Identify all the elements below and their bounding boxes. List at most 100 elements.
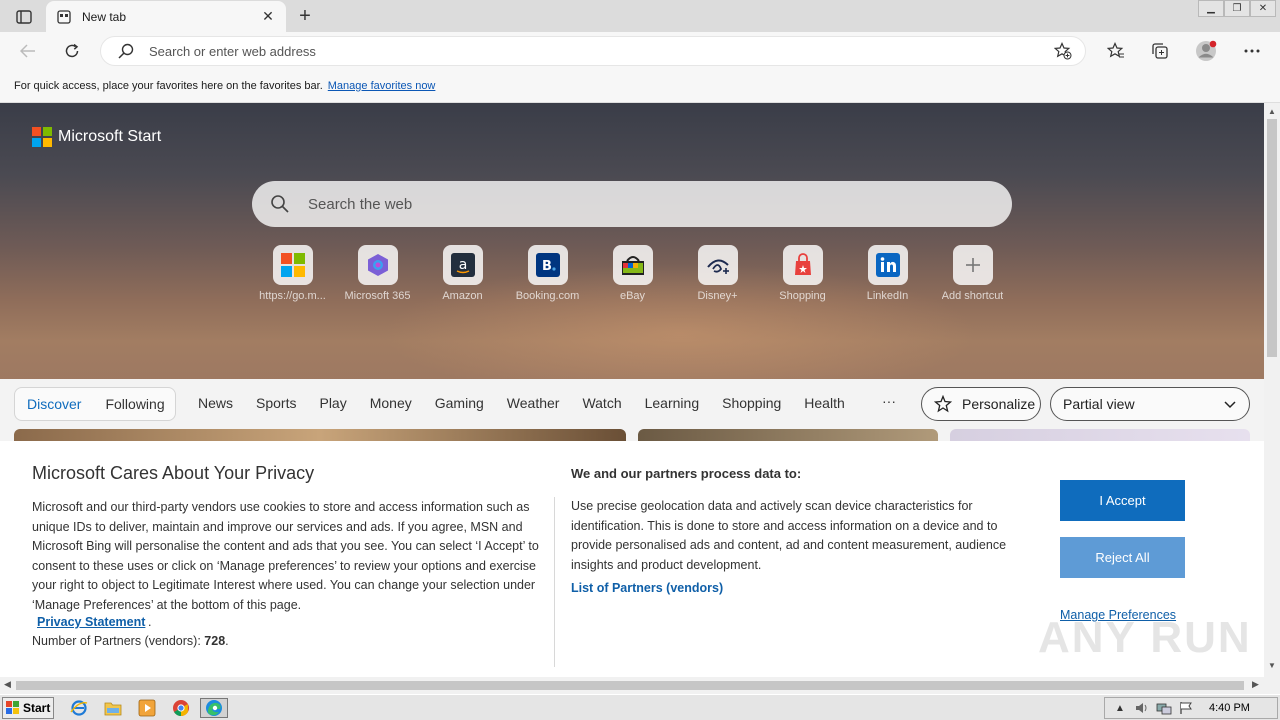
search-icon bbox=[117, 42, 135, 60]
system-tray: ▲ 4:40 PM bbox=[1104, 697, 1278, 719]
more-categories-icon[interactable]: ··· bbox=[882, 393, 896, 409]
tab-following[interactable]: Following bbox=[93, 396, 176, 412]
shortcut-label: LinkedIn bbox=[866, 290, 909, 302]
disney-icon bbox=[697, 245, 738, 285]
microsoft-logo-icon bbox=[32, 127, 52, 147]
category-money[interactable]: Money bbox=[370, 395, 412, 411]
linkedin-icon bbox=[867, 245, 908, 285]
scroll-thumb[interactable] bbox=[1267, 119, 1277, 357]
svg-text:B: B bbox=[542, 259, 552, 274]
shortcut-label: Microsoft 365 bbox=[344, 290, 411, 302]
start-button[interactable]: Start bbox=[2, 697, 54, 719]
file-explorer-icon[interactable] bbox=[102, 698, 124, 718]
purposes-title: We and our partners process data to: bbox=[571, 466, 802, 481]
shortcut-label: Amazon bbox=[442, 290, 483, 302]
tab-new-tab[interactable]: New tab ✕ bbox=[46, 1, 286, 32]
privacy-statement-period: . bbox=[148, 615, 152, 629]
personalize-label: Personalize bbox=[962, 396, 1036, 412]
shortcut-amazon[interactable]: a Amazon bbox=[420, 245, 505, 302]
category-shopping[interactable]: Shopping bbox=[722, 395, 781, 411]
purposes-body: Use precise geolocation data and activel… bbox=[571, 499, 1007, 572]
accept-button[interactable]: I Accept bbox=[1060, 480, 1185, 521]
category-play[interactable]: Play bbox=[319, 395, 346, 411]
scroll-up-arrow-icon[interactable]: ▲ bbox=[1268, 107, 1276, 116]
horizontal-scrollbar[interactable]: ◀ ▶ bbox=[0, 677, 1264, 694]
reject-all-button[interactable]: Reject All bbox=[1060, 537, 1185, 578]
amazon-icon: a bbox=[442, 245, 483, 285]
scroll-left-arrow-icon[interactable]: ◀ bbox=[4, 679, 11, 690]
manage-preferences-link[interactable]: Manage Preferences bbox=[1060, 608, 1176, 622]
hero-background: Microsoft Start Search the web https://g… bbox=[0, 103, 1264, 403]
category-learning[interactable]: Learning bbox=[645, 395, 700, 411]
category-weather[interactable]: Weather bbox=[507, 395, 560, 411]
shortcut-go-microsoft[interactable]: https://go.m... bbox=[250, 245, 335, 302]
partners-count-line: Number of Partners (vendors): 728. bbox=[32, 634, 229, 648]
tab-title: New tab bbox=[82, 9, 127, 24]
feed-categories: News Sports Play Money Gaming Weather Wa… bbox=[198, 395, 868, 411]
close-window-icon[interactable]: ✕ bbox=[1250, 0, 1276, 17]
partners-label: Number of Partners (vendors): bbox=[32, 634, 201, 648]
personalize-button[interactable]: Personalize bbox=[921, 387, 1041, 421]
tab-discover[interactable]: Discover bbox=[15, 396, 93, 412]
edge-icon[interactable] bbox=[200, 698, 228, 718]
network-icon[interactable] bbox=[1155, 700, 1173, 716]
tab-actions-icon[interactable] bbox=[10, 6, 38, 28]
back-arrow-icon[interactable] bbox=[14, 38, 42, 64]
clock: 4:40 PM bbox=[1209, 702, 1250, 714]
new-tab-plus-icon[interactable]: + bbox=[292, 4, 318, 28]
manage-favorites-link[interactable]: Manage favorites now bbox=[328, 80, 436, 92]
privacy-statement-link[interactable]: Privacy Statement bbox=[37, 615, 145, 629]
view-mode-select[interactable]: Partial view bbox=[1050, 387, 1250, 421]
shortcut-microsoft-365[interactable]: Microsoft 365 bbox=[335, 245, 420, 302]
category-gaming[interactable]: Gaming bbox=[435, 395, 484, 411]
internet-explorer-icon[interactable] bbox=[68, 698, 90, 718]
vertical-scrollbar[interactable]: ▲ ▼ bbox=[1264, 103, 1280, 677]
close-tab-icon[interactable]: ✕ bbox=[260, 8, 276, 25]
media-player-icon[interactable] bbox=[136, 698, 158, 718]
navigation-toolbar: Search or enter web address bbox=[0, 32, 1280, 70]
category-sports[interactable]: Sports bbox=[256, 395, 296, 411]
restore-icon[interactable]: ❐ bbox=[1224, 0, 1250, 17]
svg-text:a: a bbox=[458, 257, 467, 273]
refresh-icon[interactable] bbox=[58, 38, 86, 64]
action-center-flag-icon[interactable] bbox=[1177, 700, 1195, 716]
shortcut-label: https://go.m... bbox=[259, 290, 326, 302]
web-search-input[interactable]: Search the web bbox=[308, 196, 412, 213]
search-icon bbox=[270, 194, 290, 214]
star-edit-icon bbox=[934, 395, 952, 413]
shortcut-linkedin[interactable]: LinkedIn bbox=[845, 245, 930, 302]
scroll-down-arrow-icon[interactable]: ▼ bbox=[1268, 661, 1276, 670]
favorites-icon[interactable] bbox=[1102, 38, 1130, 64]
profile-avatar-icon[interactable] bbox=[1192, 38, 1220, 64]
volume-icon[interactable] bbox=[1133, 700, 1151, 716]
view-mode-value: Partial view bbox=[1063, 396, 1135, 412]
web-search-box[interactable]: Search the web bbox=[252, 181, 1012, 227]
scroll-thumb[interactable] bbox=[16, 681, 1244, 690]
partners-period: . bbox=[225, 634, 229, 648]
more-options-icon[interactable] bbox=[1238, 38, 1266, 64]
partners-count: 728 bbox=[204, 634, 226, 648]
shortcut-ebay[interactable]: eBay bbox=[590, 245, 675, 302]
add-favorite-star-icon[interactable] bbox=[1051, 39, 1075, 63]
booking-icon: B bbox=[527, 245, 568, 285]
show-hidden-icons-arrow-icon[interactable]: ▲ bbox=[1111, 700, 1129, 716]
shortcut-shopping[interactable]: Shopping bbox=[760, 245, 845, 302]
address-input[interactable]: Search or enter web address bbox=[149, 44, 1051, 59]
shortcut-disney-plus[interactable]: Disney+ bbox=[675, 245, 760, 302]
address-bar[interactable]: Search or enter web address bbox=[100, 36, 1086, 66]
shortcut-booking[interactable]: B Booking.com bbox=[505, 245, 590, 302]
shortcut-label: Disney+ bbox=[697, 290, 738, 302]
scroll-right-arrow-icon[interactable]: ▶ bbox=[1252, 679, 1259, 690]
title-bar: New tab ✕ + ▁ ❐ ✕ bbox=[0, 0, 1280, 32]
shortcut-add[interactable]: Add shortcut bbox=[930, 245, 1015, 302]
chevron-down-icon bbox=[1224, 401, 1236, 409]
shortcut-label: eBay bbox=[619, 290, 646, 302]
microsoft-start-logo[interactable]: Microsoft Start bbox=[32, 127, 161, 147]
vendors-list-link[interactable]: List of Partners (vendors) bbox=[571, 581, 723, 595]
category-news[interactable]: News bbox=[198, 395, 233, 411]
category-health[interactable]: Health bbox=[804, 395, 844, 411]
collections-icon[interactable] bbox=[1146, 38, 1174, 64]
chrome-icon[interactable] bbox=[170, 698, 192, 718]
category-watch[interactable]: Watch bbox=[582, 395, 621, 411]
minimize-icon[interactable]: ▁ bbox=[1198, 0, 1224, 17]
